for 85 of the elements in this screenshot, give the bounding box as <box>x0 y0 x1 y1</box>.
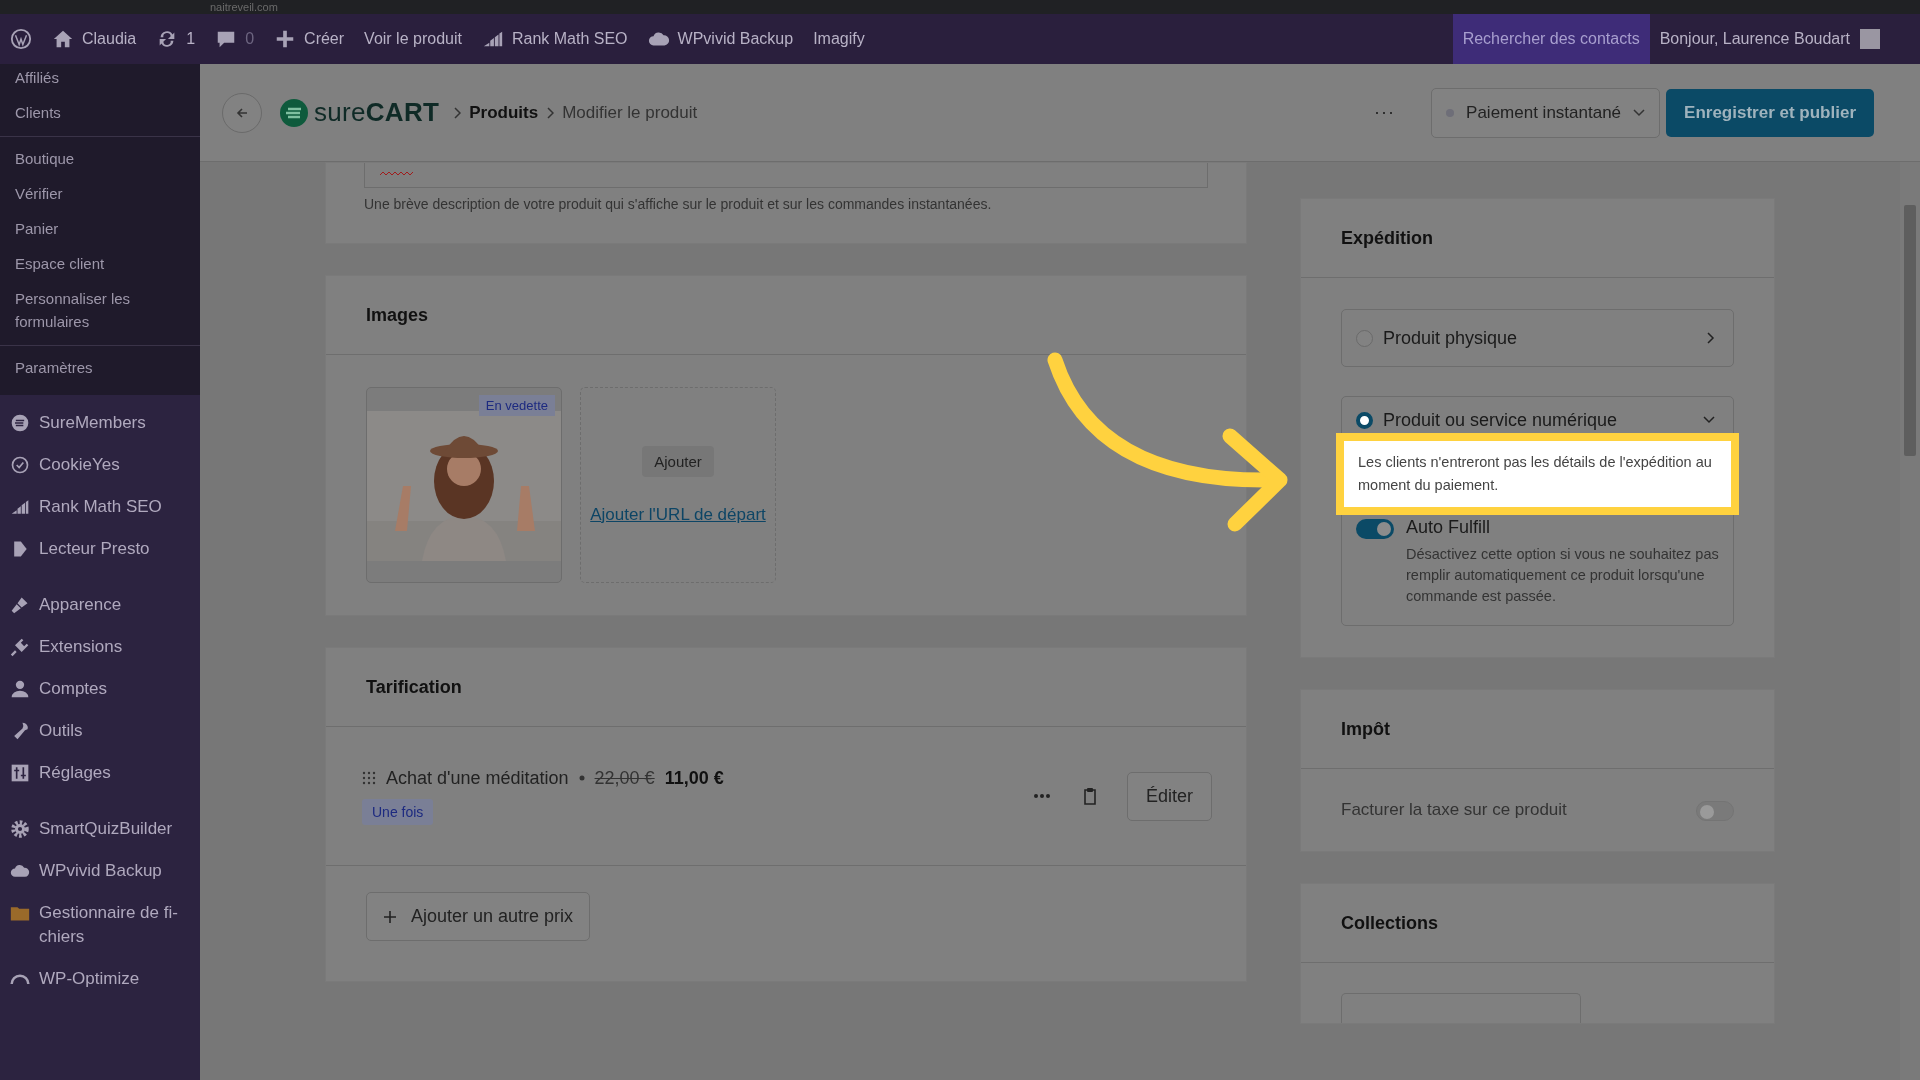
edit-button[interactable]: Éditer <box>1126 771 1212 821</box>
image-thumbnail[interactable]: En vedette <box>366 387 562 583</box>
circle-lines-icon <box>10 413 30 433</box>
price-name: Achat d'une méditation <box>386 767 569 789</box>
highlighted-note: Les clients n'entreront pas les détails de l'expédition au moment du paiement. <box>1336 433 1739 515</box>
help-text: Une brève description de votre produit qui s'affiche sur le produit et sur les commandes instantanées. <box>364 196 993 212</box>
toggle-description: Désactivez cette option si vous ne souhaitez pas remplir automatiquement ce produit lorsqu'une commande est passée. <box>1406 545 1719 606</box>
old-price: 22,00 € <box>594 767 655 789</box>
breadcrumb-link[interactable]: Produits <box>469 102 539 123</box>
spellcheck-squiggle-icon <box>379 171 415 177</box>
settings-icon <box>10 819 30 839</box>
back-arrow-icon <box>235 105 249 120</box>
admin-bar-link[interactable]: Rank Math SEO <box>481 28 628 50</box>
sidebar-item[interactable]: Outils <box>0 710 200 752</box>
more-icon[interactable] <box>1032 793 1051 799</box>
chevron-right-icon <box>453 106 462 119</box>
section-title: Expédition <box>1341 227 1433 249</box>
section-title: Impôt <box>1341 718 1390 740</box>
sidebar-item[interactable]: Comptes <box>0 668 200 710</box>
option-label[interactable]: Produit physique <box>1383 327 1697 349</box>
sidebar-item[interactable]: SureMembers <box>0 402 200 444</box>
surecart-logo-icon <box>280 98 308 127</box>
add-price-button[interactable]: Ajouter un autre prix <box>366 892 591 941</box>
toggle-label: Facturer la taxe sur ce produit <box>1341 800 1567 820</box>
sidebar-submenu-item[interactable]: Personnaliser les formulaires <box>0 281 200 339</box>
sidebar-item[interactable]: WP-Optimize <box>0 958 200 1000</box>
wordpress-logo-icon[interactable] <box>10 28 32 50</box>
toggle-switch[interactable] <box>1356 519 1394 539</box>
option-label[interactable]: Produit ou service numérique <box>1383 409 1693 431</box>
section-title: Collections <box>1341 912 1438 934</box>
admin-bar-link[interactable]: 1 <box>156 28 196 50</box>
sidebar-submenu-item[interactable]: Affiliés <box>0 64 200 95</box>
publish-button[interactable]: Enregistrer et publier <box>1666 88 1874 137</box>
plug-icon <box>10 637 30 657</box>
sidebar-item[interactable]: Gestionnaire de fi- chiers <box>0 892 200 958</box>
admin-bar-link[interactable]: Imagify <box>813 30 865 48</box>
clipboard-icon[interactable] <box>1082 787 1097 805</box>
greeting-text[interactable]: Bonjour, Laurence Boudart <box>1659 30 1850 48</box>
price: 11,00 € <box>664 767 724 789</box>
sidebar-submenu-item[interactable]: Paramètres <box>0 350 200 385</box>
description-field[interactable] <box>364 163 1208 188</box>
sidebar-item[interactable]: Rank Math SEO <box>0 486 200 528</box>
chevron-right-icon[interactable] <box>1707 332 1715 344</box>
sidebar-submenu-item[interactable]: Panier <box>0 211 200 246</box>
sidebar-item[interactable]: Lecteur Presto <box>0 528 200 570</box>
image-drop-zone[interactable]: Ajouter Ajouter l'URL de départ <box>580 387 776 583</box>
section-title: Images <box>366 304 429 326</box>
sidebar-submenu-item[interactable]: Clients <box>0 95 200 130</box>
toggle-label: Auto Fulfill <box>1406 517 1492 538</box>
back-button[interactable] <box>222 92 262 133</box>
sidebar-item[interactable]: Apparence <box>0 584 200 626</box>
drag-handle-icon[interactable] <box>362 771 376 785</box>
featured-badge: En vedette <box>478 395 555 416</box>
billing-tag: Une fois <box>362 798 434 825</box>
sidebar-submenu-item[interactable]: Espace client <box>0 246 200 281</box>
home-icon <box>52 28 74 50</box>
cookie-check-icon <box>10 455 30 475</box>
sidebar-item[interactable]: Réglages <box>0 752 200 794</box>
sidebar-item[interactable]: WPvivid Backup <box>0 850 200 892</box>
section-title: Tarification <box>366 676 462 698</box>
more-button[interactable]: ··· <box>1368 101 1402 124</box>
logo-text: sureCART <box>314 97 440 128</box>
radio-button[interactable] <box>1356 411 1373 429</box>
admin-bar-link[interactable]: Créer <box>274 28 345 50</box>
admin-bar-link[interactable]: Claudia <box>52 28 137 50</box>
sliders-icon <box>10 763 30 783</box>
breadcrumb-link[interactable]: Modifier le produit <box>562 102 698 123</box>
chevron-right-icon <box>546 106 555 119</box>
add-image-button[interactable]: Ajouter <box>642 445 714 477</box>
chevron-down-icon <box>1633 108 1646 117</box>
contact-search-link[interactable]: Rechercher des contacts <box>1452 14 1650 64</box>
sidebar-submenu-item[interactable]: Boutique <box>0 141 200 176</box>
sidebar-item[interactable]: Extensions <box>0 626 200 668</box>
admin-bar-link[interactable]: WPvivid Backup <box>647 28 794 50</box>
chevron-down-icon[interactable] <box>1703 416 1715 424</box>
plus-icon <box>383 909 397 924</box>
sidebar-item[interactable]: SmartQuizBuilder <box>0 808 200 850</box>
bullet-icon <box>578 775 585 781</box>
toggle-switch[interactable] <box>1696 801 1734 821</box>
brush-icon <box>10 595 30 615</box>
status-dropdown[interactable]: Paiement instantané <box>1431 87 1661 138</box>
admin-bar-link[interactable]: Voir le produit <box>364 30 462 48</box>
sidebar-item[interactable]: CookieYes <box>0 444 200 486</box>
sidebar-submenu-item[interactable]: Vérifier <box>0 176 200 211</box>
user-icon <box>10 679 30 699</box>
